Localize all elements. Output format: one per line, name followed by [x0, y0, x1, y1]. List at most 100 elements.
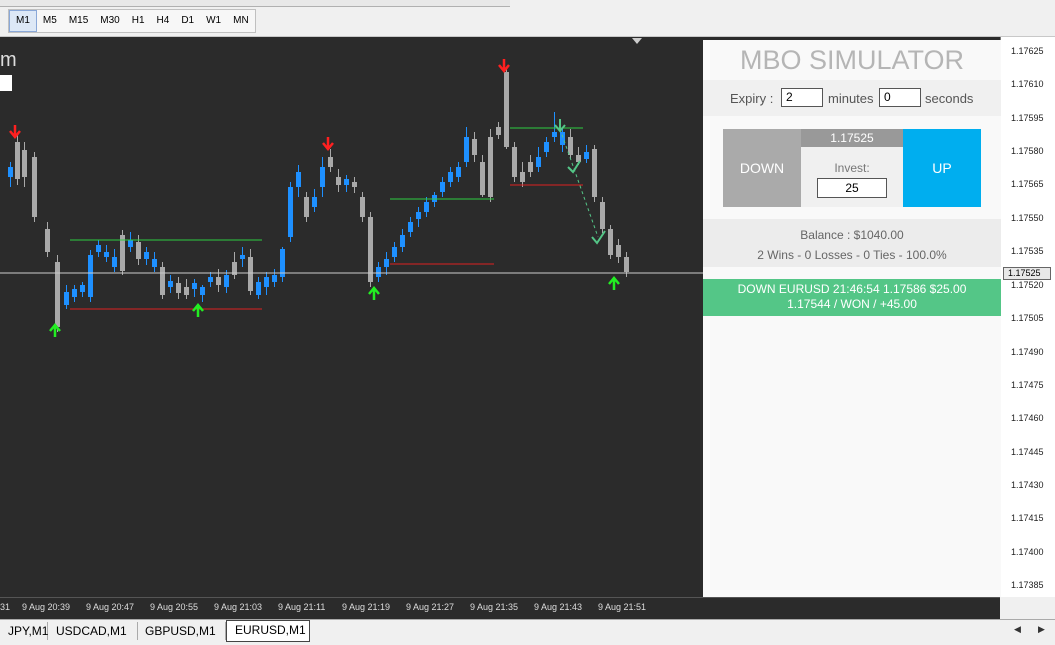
- candle-body: [128, 240, 133, 247]
- candle-body: [96, 245, 101, 252]
- checkmark-icon: [591, 230, 606, 245]
- price-tick: 1.17580: [1011, 146, 1044, 156]
- candle-body: [368, 217, 373, 282]
- time-tick: 9 Aug 21:35: [470, 602, 519, 612]
- candle-body: [440, 182, 445, 192]
- up-button[interactable]: UP: [903, 129, 981, 207]
- candle-body: [464, 137, 469, 162]
- invest-label: Invest:: [834, 161, 870, 175]
- time-tick: 9 Aug 21:19: [342, 602, 391, 612]
- timeframe-d1[interactable]: D1: [175, 10, 200, 32]
- candle-body: [80, 285, 85, 292]
- price-tick: 1.17550: [1011, 213, 1044, 223]
- buy-arrow-icon: [368, 286, 380, 300]
- timeframe-m15[interactable]: M15: [63, 10, 94, 32]
- price-tick: 1.17445: [1011, 447, 1044, 457]
- candle-body: [416, 212, 421, 219]
- timeframe-m5[interactable]: M5: [37, 10, 63, 32]
- candle-body: [112, 257, 117, 267]
- candle-body: [304, 197, 309, 217]
- chart-shift-marker-icon: [632, 38, 642, 44]
- candle-body: [576, 155, 581, 162]
- candle-body: [328, 157, 333, 167]
- trade-result: DOWN EURUSD 21:46:54 1.17586 $25.00 1.17…: [703, 279, 1001, 316]
- candle-body: [312, 197, 317, 207]
- candle-body: [192, 283, 197, 289]
- candle-body: [88, 255, 93, 297]
- timeframe-h4[interactable]: H4: [151, 10, 176, 32]
- candle-body: [608, 229, 613, 255]
- time-tick: 9 Aug 20:39: [22, 602, 71, 612]
- candle-body: [592, 149, 597, 197]
- candle-body: [456, 167, 461, 177]
- expiry-row: Expiry : 2 minutes 0 seconds: [703, 80, 1001, 116]
- expiry-minutes-input[interactable]: 2: [781, 88, 823, 107]
- candle-body: [520, 172, 525, 182]
- candle-body: [136, 242, 141, 259]
- candle-body: [336, 177, 341, 185]
- candle-body: [104, 252, 109, 257]
- checkmark-icon: [567, 160, 581, 174]
- candle-body: [216, 277, 221, 285]
- timeframe-h1[interactable]: H1: [126, 10, 151, 32]
- timeframe-mn[interactable]: MN: [227, 10, 255, 32]
- timeframe-m1[interactable]: M1: [9, 10, 37, 32]
- panel-title: MBO SIMULATOR: [739, 45, 965, 75]
- buy-arrow-icon: [608, 276, 620, 290]
- seconds-label: seconds: [925, 91, 974, 106]
- candle-body: [600, 202, 605, 229]
- tab-scroll-left-icon[interactable]: ◀: [1014, 624, 1021, 635]
- candle-body: [488, 137, 493, 197]
- invest-input[interactable]: 25: [817, 178, 887, 198]
- balance-text: Balance : $1040.00: [800, 228, 904, 242]
- time-tick: 31: [0, 602, 11, 612]
- timeframe-w1[interactable]: W1: [200, 10, 227, 32]
- price-tick: 1.17610: [1011, 79, 1044, 89]
- price-tick: 1.17505: [1011, 313, 1044, 323]
- expiry-label: Expiry :: [730, 91, 774, 106]
- price-tick: 1.17490: [1011, 347, 1044, 357]
- candle-body: [45, 229, 50, 252]
- tab-eurusd-m1[interactable]: EURUSD,M1: [226, 620, 310, 642]
- time-tick: 9 Aug 21:43: [534, 602, 583, 612]
- candle-body: [200, 287, 205, 295]
- price-tick: 1.17385: [1011, 580, 1044, 590]
- candle-body: [616, 245, 621, 257]
- candle-body: [344, 179, 349, 185]
- candle-body: [248, 257, 253, 291]
- candle-body: [22, 150, 27, 177]
- candle-body: [448, 172, 453, 182]
- tab-scroll-right-icon[interactable]: ▶: [1038, 624, 1045, 635]
- price-tick: 1.17400: [1011, 547, 1044, 557]
- tab-jpy-m1[interactable]: JPY,M1: [0, 622, 48, 640]
- tab-gbpusd-m1[interactable]: GBPUSD,M1: [137, 622, 226, 640]
- current-rate: 1.17525: [801, 129, 903, 147]
- candle-body: [360, 197, 365, 217]
- price-tick: 1.17595: [1011, 113, 1044, 123]
- down-button[interactable]: DOWN: [723, 129, 801, 207]
- candle-body: [384, 259, 389, 267]
- chart-tabs: ◀ ▶ JPY,M1 USDCAD,M1 GBPUSD,M1 EURUSD,M1: [0, 619, 1055, 645]
- candle-body: [496, 127, 501, 135]
- time-tick: 9 Aug 21:11: [278, 602, 326, 612]
- candle-body: [160, 267, 165, 295]
- price-tick: 1.17415: [1011, 513, 1044, 523]
- price-tick: 1.17475: [1011, 380, 1044, 390]
- timeframe-m30[interactable]: M30: [94, 10, 125, 32]
- candle-body: [256, 282, 261, 295]
- candle-body: [472, 139, 477, 155]
- trade-result-line1: DOWN EURUSD 21:46:54 1.17586 $25.00: [737, 282, 967, 296]
- time-tick: 9 Aug 20:55: [150, 602, 199, 612]
- tab-usdcad-m1[interactable]: USDCAD,M1: [48, 622, 138, 640]
- candle-body: [424, 202, 429, 212]
- price-tick: 1.17535: [1011, 246, 1044, 256]
- expiry-seconds-input[interactable]: 0: [879, 88, 921, 107]
- candle-body: [15, 142, 20, 179]
- price-axis: 1.17525 1.17625 1.17610 1.17595 1.17580 1.17…: [1000, 37, 1055, 597]
- time-tick: 9 Aug 21:51: [598, 602, 647, 612]
- candle-body: [528, 162, 533, 172]
- candle-body: [512, 147, 517, 177]
- toolbar-strip: [0, 0, 510, 7]
- candle-body: [208, 277, 213, 282]
- trade-entry-arrow-icon: [554, 119, 566, 133]
